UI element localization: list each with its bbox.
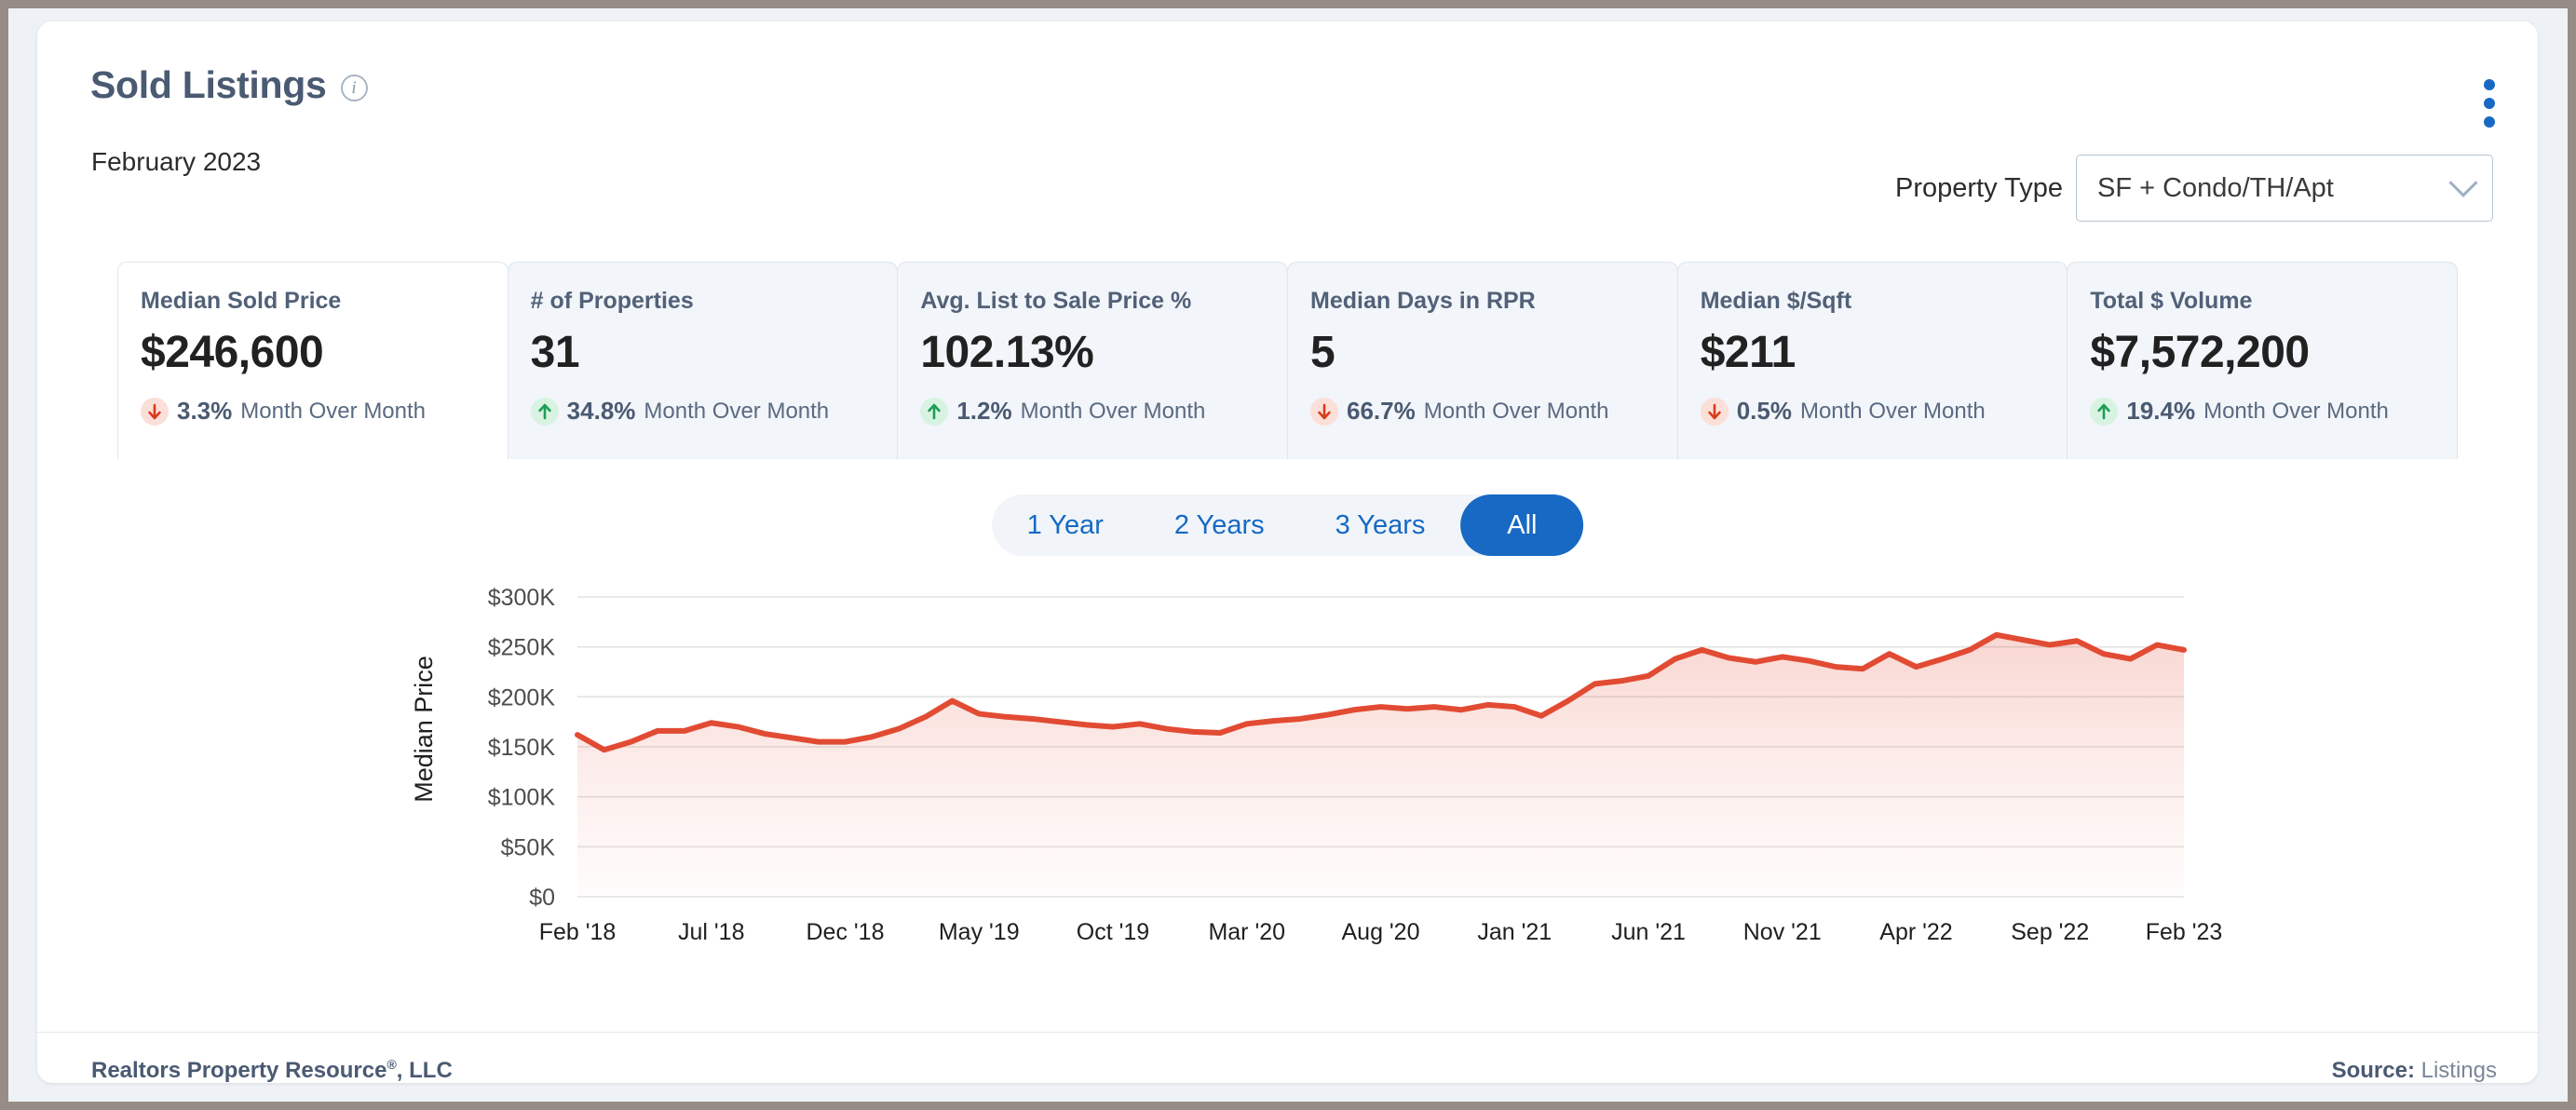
kpi-card-of-properties[interactable]: # of Properties 31 34.8% Month Over Month <box>507 262 899 459</box>
range-button-label: All <box>1507 509 1538 540</box>
chart-x-tick-label: Mar '20 <box>1208 919 1285 945</box>
kebab-dot <box>2484 98 2495 109</box>
arrow-down-icon <box>141 397 169 426</box>
chart-x-tick-label: Apr '22 <box>1879 919 1952 945</box>
footer-divider <box>37 1032 2538 1033</box>
time-range-toggle-group: 1 Year 2 Years 3 Years All <box>991 494 1584 556</box>
chart-y-tick-label: $300K <box>488 585 556 611</box>
range-button-1-year[interactable]: 1 Year <box>992 494 1139 556</box>
arrow-down-icon <box>1700 397 1729 426</box>
chart-x-tick-label: Feb '23 <box>2146 919 2223 945</box>
chart-y-tick-label: $50K <box>501 834 556 860</box>
property-type-value: SF + Condo/TH/Apt <box>2097 172 2334 203</box>
kpi-delta: 3.3% Month Over Month <box>141 397 508 426</box>
arrow-up-icon <box>530 397 559 426</box>
chart-x-tick-label: Aug '20 <box>1341 919 1419 945</box>
range-button-2-years[interactable]: 2 Years <box>1139 494 1300 556</box>
kpi-card-median-sold-price[interactable]: Median Sold Price $246,600 3.3% Month Over … <box>117 262 508 459</box>
footer-source-value: Listings <box>2420 1058 2497 1083</box>
chart-y-tick-label: $100K <box>488 785 556 811</box>
kebab-dot <box>2484 79 2495 90</box>
kpi-card-avg-list-to-sale-price[interactable]: Avg. List to Sale Price % 102.13% 1.2% Mont… <box>897 262 1289 459</box>
property-type-control: Property Type SF + Condo/TH/Apt <box>1895 155 2493 222</box>
page-title: Sold Listings <box>90 63 327 106</box>
kpi-value: 5 <box>1310 328 1335 377</box>
arrow-up-icon <box>2090 397 2119 426</box>
kpi-value: 102.13% <box>920 328 1094 377</box>
chart-x-tick-label: Jan '21 <box>1477 919 1552 945</box>
kpi-value: $7,572,200 <box>2090 328 2310 377</box>
kpi-delta: 66.7% Month Over Month <box>1310 397 1677 426</box>
chart-y-tick-label: $200K <box>488 684 556 711</box>
footer-company-suffix: , LLC <box>396 1058 453 1083</box>
chart-x-tick-label: Feb '18 <box>539 919 617 945</box>
kpi-label: Total $ Volume <box>2090 288 2253 314</box>
kpi-delta-period: Month Over Month <box>1799 398 1986 424</box>
kpi-delta: 34.8% Month Over Month <box>530 397 898 426</box>
kpi-delta-period: Month Over Month <box>1020 398 1206 424</box>
kpi-label: Median $/Sqft <box>1700 288 1852 314</box>
kebab-dot <box>2484 116 2495 128</box>
footer-source-label: Source: <box>2331 1058 2415 1083</box>
kpi-value: 31 <box>530 328 580 377</box>
kebab-menu-icon[interactable] <box>2480 75 2499 131</box>
sold-listings-card: Sold Listings i February 2023 Property T… <box>37 21 2538 1083</box>
footer-company-name: Realtors Property Resource <box>91 1058 387 1083</box>
range-button-all[interactable]: All <box>1460 494 1584 556</box>
kpi-label: Median Sold Price <box>141 288 342 314</box>
property-type-select[interactable]: SF + Condo/TH/Apt <box>2076 155 2493 222</box>
kpi-value: $246,600 <box>141 328 324 377</box>
kpi-delta-percent: 1.2% <box>956 397 1012 425</box>
chart-y-tick-label: $250K <box>488 635 556 661</box>
kpi-card-median-days-in-rpr[interactable]: Median Days in RPR 5 66.7% Month Over Month <box>1287 262 1678 459</box>
range-button-3-years[interactable]: 3 Years <box>1300 494 1461 556</box>
kpi-delta: 19.4% Month Over Month <box>2090 397 2457 426</box>
chart-x-tick-label: Oct '19 <box>1077 919 1149 945</box>
kpi-delta-percent: 66.7% <box>1347 397 1416 425</box>
kpi-card-total-volume[interactable]: Total $ Volume $7,572,200 19.4% Month Over … <box>2067 262 2459 459</box>
chart-x-tick-label: Jul '18 <box>678 919 744 945</box>
kpi-delta: 1.2% Month Over Month <box>920 397 1287 426</box>
chart-svg: $0 $50K $100K $150K $200K $250K $300K Feb '18 Ju… <box>488 585 2223 945</box>
kpi-delta: 0.5% Month Over Month <box>1700 397 2068 426</box>
kpi-delta-period: Month Over Month <box>2203 398 2389 424</box>
range-button-label: 3 Years <box>1335 509 1426 540</box>
app-viewport: Sold Listings i February 2023 Property T… <box>0 0 2576 1110</box>
report-period-subtitle: February 2023 <box>91 147 262 176</box>
chart-x-tick-label: Jun '21 <box>1611 919 1686 945</box>
kpi-delta-percent: 19.4% <box>2126 397 2196 425</box>
chart-x-tick-label: May '19 <box>939 919 1020 945</box>
chart-x-tick-label: Nov '21 <box>1743 919 1822 945</box>
chevron-down-icon <box>2448 168 2478 197</box>
range-button-label: 1 Year <box>1026 509 1104 540</box>
arrow-up-icon <box>920 397 949 426</box>
kpi-label: Median Days in RPR <box>1310 288 1536 314</box>
range-button-label: 2 Years <box>1173 509 1265 540</box>
footer-source: Source: Listings <box>2332 1058 2497 1083</box>
arrow-down-icon <box>1310 397 1339 426</box>
footer-attribution: Realtors Property Resource®, LLC <box>91 1057 453 1083</box>
kpi-delta-percent: 3.3% <box>177 397 233 425</box>
kpi-strip: Median Sold Price $246,600 3.3% Month Over … <box>117 262 2459 459</box>
chart-x-tick-label: Dec '18 <box>807 919 885 945</box>
kpi-card-median-sqft[interactable]: Median $/Sqft $211 0.5% Month Over Month <box>1676 262 2068 459</box>
kpi-label: # of Properties <box>530 288 694 314</box>
kpi-delta-period: Month Over Month <box>644 398 830 424</box>
kpi-delta-period: Month Over Month <box>1423 398 1609 424</box>
chart-y-tick-label: $0 <box>529 885 555 911</box>
registered-trademark-icon: ® <box>386 1057 397 1072</box>
kpi-delta-period: Month Over Month <box>240 398 427 424</box>
kpi-label: Avg. List to Sale Price % <box>920 288 1192 314</box>
chart-area-fill <box>577 634 2184 897</box>
chart-y-tick-label: $150K <box>488 735 556 761</box>
kpi-delta-percent: 0.5% <box>1736 397 1792 425</box>
header-title-row: Sold Listings i <box>90 63 368 107</box>
median-price-chart: $0 $50K $100K $150K $200K $250K $300K Feb '18 Ju… <box>37 580 2538 953</box>
info-icon[interactable]: i <box>340 74 368 102</box>
kpi-value: $211 <box>1700 328 1796 377</box>
chart-x-tick-label: Sep '22 <box>2011 919 2089 945</box>
property-type-label: Property Type <box>1894 172 2063 203</box>
kpi-delta-percent: 34.8% <box>566 397 636 425</box>
